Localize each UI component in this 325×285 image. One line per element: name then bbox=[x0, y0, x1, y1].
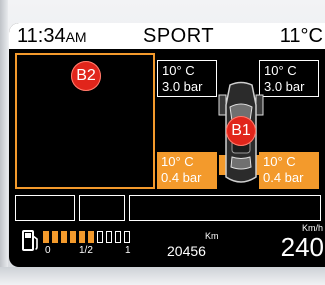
tyre-front-right-pressure: 3.0 bar bbox=[264, 79, 305, 94]
tyre-rear-right-pressure: 0.4 bar bbox=[263, 170, 304, 185]
fuel-segment bbox=[43, 231, 49, 243]
info-slot-1 bbox=[15, 195, 75, 221]
clock: 11:34AM bbox=[17, 23, 87, 50]
odometer-value: 20456 bbox=[167, 243, 206, 259]
odometer-unit: Km bbox=[205, 231, 219, 241]
fuel-segment bbox=[52, 231, 58, 243]
panel-b2-badge: B2 bbox=[71, 61, 101, 91]
status-bar: 11:34AM SPORT 11°C bbox=[9, 23, 325, 49]
clock-time: 11:34 bbox=[17, 25, 66, 47]
tyre-front-left-temp: 10° C bbox=[162, 63, 195, 78]
fuel-label-half: 1/2 bbox=[79, 245, 93, 256]
tyre-front-left: 10° C 3.0 bar bbox=[157, 60, 217, 97]
tyre-rear-right: 10° C 0.4 bar bbox=[259, 152, 319, 189]
fuel-label-empty: 0 bbox=[45, 245, 51, 256]
tyre-rear-right-temp: 10° C bbox=[263, 154, 296, 169]
tyre-front-right-temp: 10° C bbox=[264, 63, 297, 78]
info-slots bbox=[15, 195, 321, 221]
speed-value: 240 bbox=[280, 232, 324, 262]
fuel-segment bbox=[79, 231, 85, 243]
fuel-segment bbox=[124, 231, 130, 243]
bezel-edge bbox=[0, 0, 8, 285]
fuel-segment bbox=[115, 231, 121, 243]
bezel-bottom bbox=[0, 267, 325, 285]
tyre-rear-left-pressure: 0.4 bar bbox=[161, 170, 202, 185]
fuel-segment bbox=[97, 231, 103, 243]
fuel-segment bbox=[106, 231, 112, 243]
fuel-label-full: 1 bbox=[125, 245, 131, 256]
fuel-segment bbox=[70, 231, 76, 243]
fuel-pump-icon bbox=[22, 230, 38, 251]
tyre-front-right: 10° C 3.0 bar bbox=[259, 60, 319, 97]
outside-temperature: 11°C bbox=[279, 25, 323, 47]
clock-ampm: AM bbox=[65, 29, 87, 45]
fuel-segment bbox=[88, 231, 94, 243]
tyre-rear-left-temp: 10° C bbox=[161, 154, 194, 169]
tyre-front-left-pressure: 3.0 bar bbox=[162, 79, 203, 94]
instrument-display: 11:34AM SPORT 11°C B2 10° C 3.0 bar 10° … bbox=[9, 23, 325, 267]
fuel-segment bbox=[61, 231, 67, 243]
info-slot-3 bbox=[129, 195, 321, 221]
drive-mode: SPORT bbox=[143, 25, 215, 47]
panel-b2: B2 bbox=[15, 53, 155, 189]
tyre-rear-left: 10° C 0.4 bar bbox=[157, 152, 217, 189]
tyre-panel-badge: B1 bbox=[226, 116, 256, 146]
info-slot-2 bbox=[79, 195, 125, 221]
